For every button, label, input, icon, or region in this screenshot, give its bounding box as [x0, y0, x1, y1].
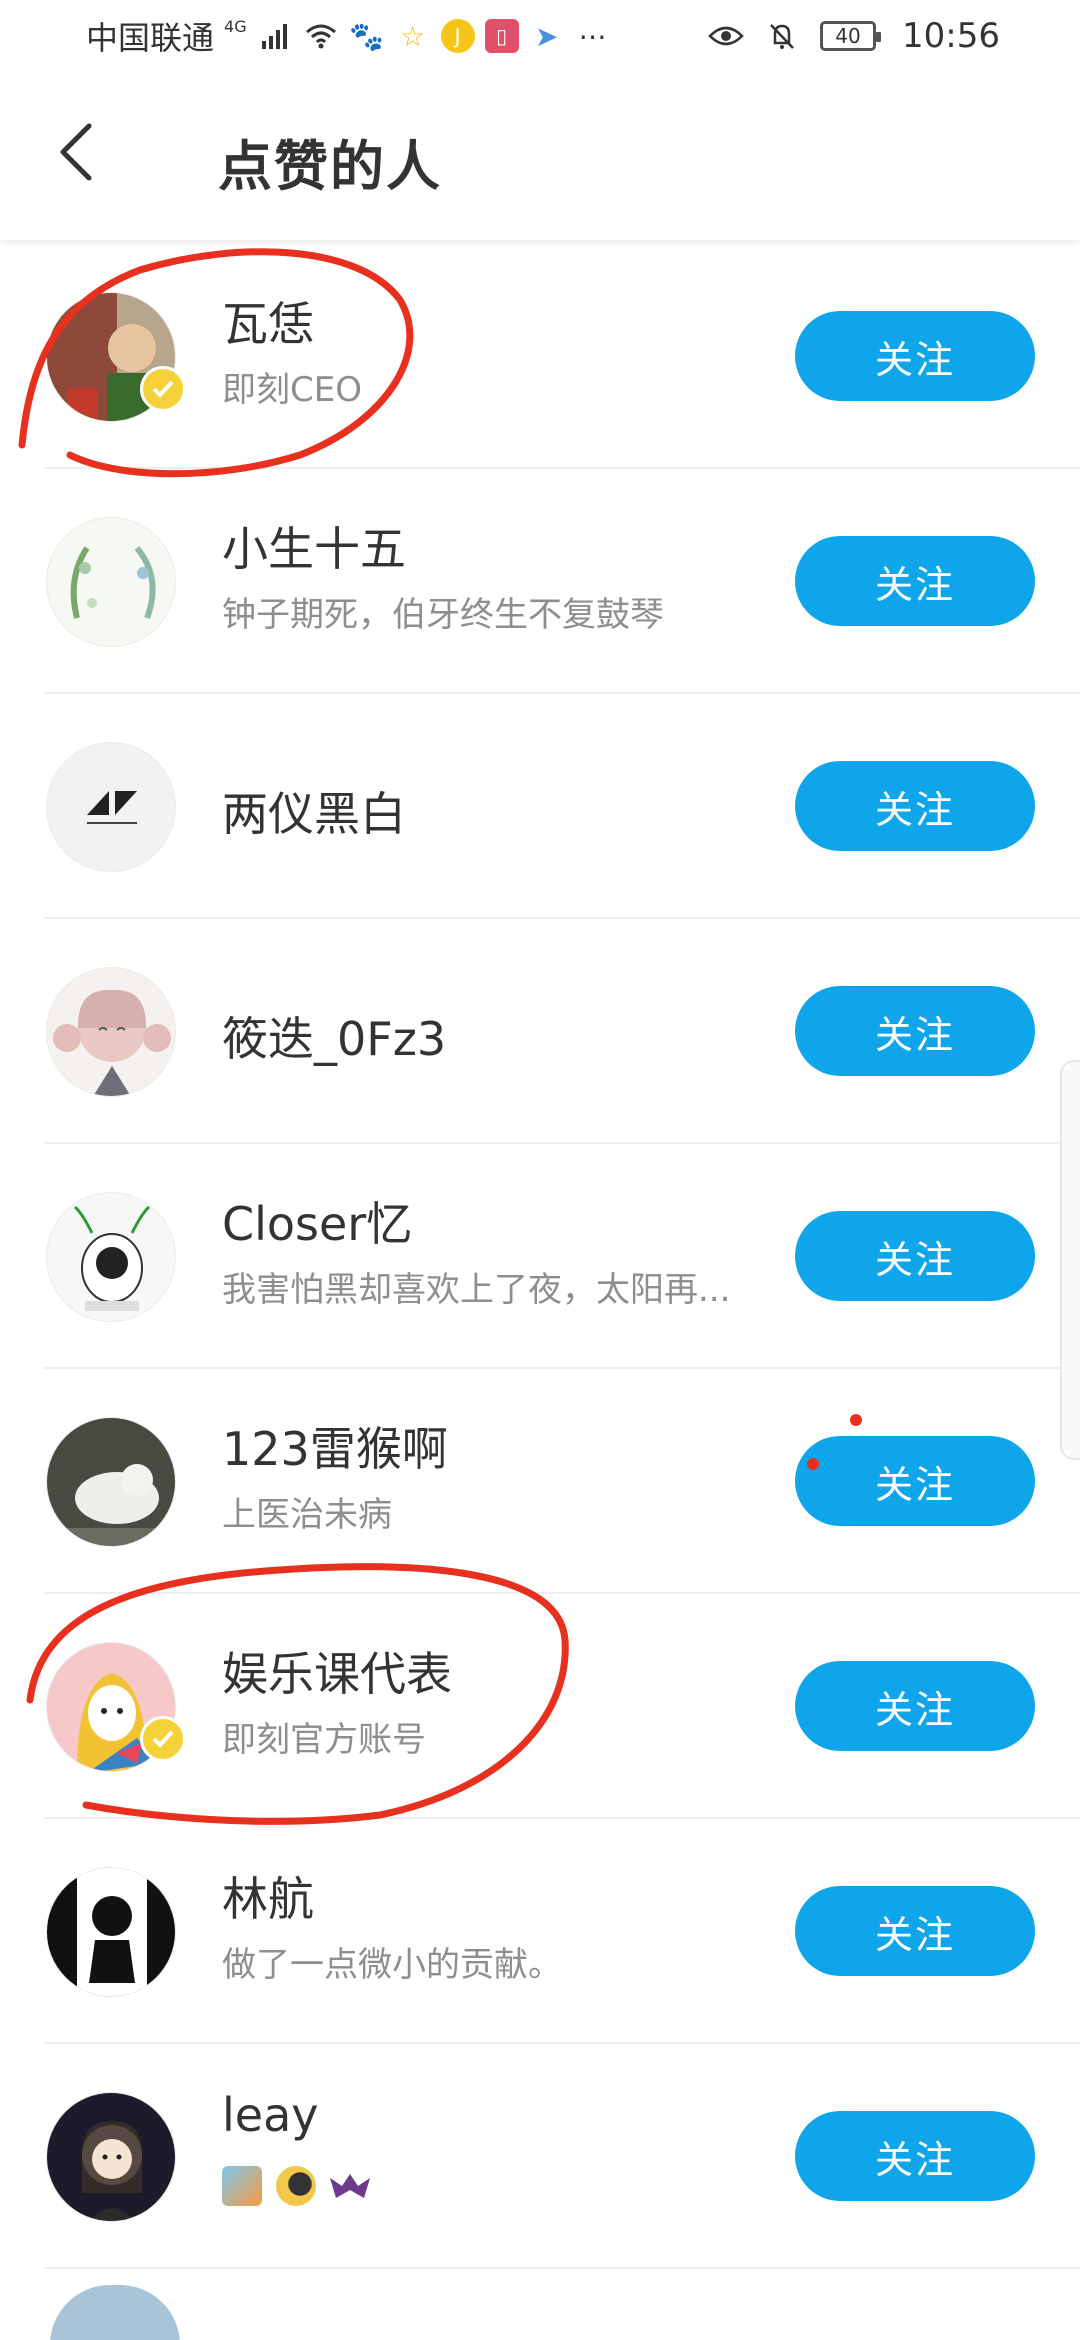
- bat-icon: [330, 2174, 370, 2198]
- follow-button[interactable]: 关注: [795, 1661, 1035, 1751]
- avatar[interactable]: [46, 1417, 176, 1547]
- follow-button[interactable]: 关注: [795, 2111, 1035, 2201]
- likers-list: 瓦恁 即刻CEO 关注 小生十五 钟子期死，伯牙终生不复鼓琴 关注 两仪黑白 关…: [0, 244, 1080, 2340]
- user-bio: 即刻官方账号: [222, 1720, 426, 1760]
- list-item[interactable]: [0, 2269, 1080, 2340]
- send-app-icon: ➤: [534, 19, 559, 53]
- clock: 10:56: [902, 16, 1000, 56]
- list-item[interactable]: 筱迭_0Fz3 关注: [0, 919, 1080, 1144]
- follow-button[interactable]: 关注: [795, 1211, 1035, 1301]
- user-name: Closer忆: [222, 1197, 413, 1251]
- user-bio: 钟子期死，伯牙终生不复鼓琴: [222, 595, 664, 635]
- list-item[interactable]: 林航 做了一点微小的贡献。 关注: [0, 1819, 1080, 2044]
- app-j-icon: J: [440, 19, 475, 53]
- user-name: 筱迭_0Fz3: [222, 1012, 447, 1066]
- list-item[interactable]: leay 关注: [0, 2044, 1080, 2269]
- avatar[interactable]: [46, 1867, 176, 1997]
- user-bio: 即刻CEO: [222, 370, 362, 410]
- list-item[interactable]: 娱乐课代表 即刻官方账号 关注: [0, 1594, 1080, 1819]
- user-name: 林航: [222, 1872, 314, 1926]
- follow-button[interactable]: 关注: [795, 536, 1035, 626]
- battery-icon: 40: [820, 21, 882, 51]
- status-left: 中国联通 4G 🐾 ☆ J ▯ ➤ ⋯: [86, 14, 611, 58]
- verified-badge-icon: [140, 1716, 186, 1762]
- avatar[interactable]: [46, 967, 176, 1097]
- signal-icon: [257, 18, 293, 54]
- verified-badge-icon: [140, 366, 186, 412]
- star-icon: ☆: [400, 19, 426, 53]
- network-label: 4G: [224, 16, 247, 36]
- side-drawer-handle[interactable]: [1060, 1060, 1080, 1460]
- back-button[interactable]: [40, 112, 110, 192]
- follow-button[interactable]: 关注: [795, 311, 1035, 401]
- avatar[interactable]: [46, 2092, 176, 2222]
- list-item[interactable]: 瓦恁 即刻CEO 关注: [0, 244, 1080, 469]
- page-title: 点赞的人: [218, 135, 442, 198]
- chevron-left-icon: [60, 123, 92, 181]
- avatar[interactable]: [46, 1192, 176, 1322]
- user-name: 小生十五: [222, 522, 406, 576]
- list-item[interactable]: Closer忆 我害怕黑却喜欢上了夜，太阳再... 关注: [0, 1144, 1080, 1369]
- bio-emojis: [222, 2166, 370, 2206]
- user-bio: 上医治未病: [222, 1495, 392, 1535]
- user-name: 123雷猴啊: [222, 1422, 448, 1476]
- moon-icon: [276, 2166, 316, 2206]
- follow-button[interactable]: 关注: [795, 761, 1035, 851]
- wifi-icon: [303, 18, 339, 54]
- user-bio: 做了一点微小的贡献。: [222, 1945, 562, 1985]
- status-bar: 中国联通 4G 🐾 ☆ J ▯ ➤ ⋯ 40 10:56: [0, 0, 1080, 72]
- mute-bell-icon: [764, 18, 800, 54]
- user-name: 两仪黑白: [222, 787, 406, 841]
- roller-coaster-icon: [222, 2166, 262, 2206]
- paw-icon: 🐾: [349, 19, 385, 53]
- follow-button[interactable]: 关注: [795, 1436, 1035, 1526]
- avatar[interactable]: [50, 2285, 180, 2340]
- user-name: 娱乐课代表: [222, 1647, 452, 1701]
- carrier-label: 中国联通: [86, 19, 215, 57]
- follow-button[interactable]: 关注: [795, 986, 1035, 1076]
- avatar[interactable]: [46, 517, 176, 647]
- user-bio: 我害怕黑却喜欢上了夜，太阳再...: [222, 1270, 731, 1310]
- book-app-icon: ▯: [484, 19, 519, 53]
- list-item[interactable]: 123雷猴啊 上医治未病 关注: [0, 1369, 1080, 1594]
- more-dots-icon: ⋯: [578, 19, 607, 53]
- user-name: 瓦恁: [222, 297, 314, 351]
- user-name: leay: [222, 2088, 319, 2142]
- eye-icon: [708, 18, 744, 54]
- app-header: 点赞的人: [0, 72, 1080, 240]
- list-item[interactable]: 小生十五 钟子期死，伯牙终生不复鼓琴 关注: [0, 469, 1080, 694]
- list-item[interactable]: 两仪黑白 关注: [0, 694, 1080, 919]
- avatar[interactable]: [46, 742, 176, 872]
- follow-button[interactable]: 关注: [795, 1886, 1035, 1976]
- status-right: 40 10:56: [708, 14, 1000, 58]
